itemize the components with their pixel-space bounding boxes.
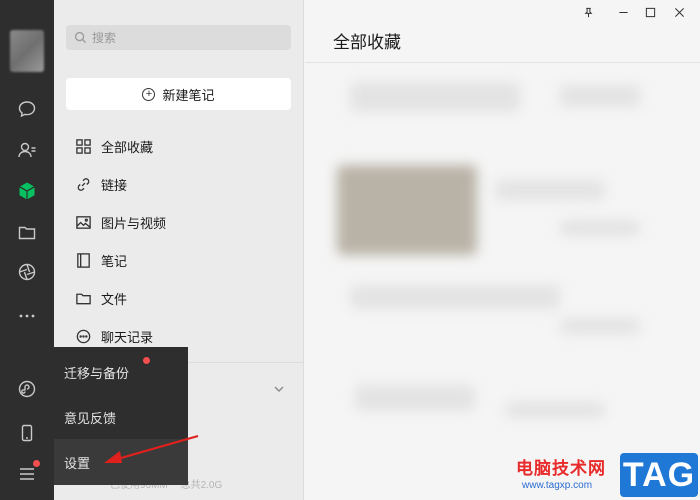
blurred-item[interactable] — [355, 385, 475, 411]
maximize-icon[interactable] — [640, 3, 660, 21]
title-divider — [305, 62, 700, 63]
phone-icon[interactable] — [15, 421, 39, 445]
minimize-icon[interactable] — [613, 3, 633, 21]
category-images-videos[interactable]: 图片与视频 — [74, 209, 166, 235]
category-notes[interactable]: 笔记 — [74, 247, 127, 273]
menu-item-migrate-backup[interactable]: 迁移与备份 — [54, 349, 188, 395]
blurred-thumbnail[interactable] — [337, 165, 477, 255]
search-icon — [74, 31, 87, 44]
category-all-favorites[interactable]: 全部收藏 — [74, 133, 153, 159]
chat-nav-icon[interactable] — [15, 97, 39, 121]
chat-icon — [74, 327, 92, 345]
pin-icon[interactable] — [578, 3, 598, 21]
link-icon — [74, 175, 92, 193]
category-links[interactable]: 链接 — [74, 171, 127, 197]
watermark-site-name: 电脑技术网 — [516, 459, 606, 478]
category-files[interactable]: 文件 — [74, 285, 127, 311]
blurred-item[interactable] — [560, 318, 640, 334]
notebook-icon — [74, 251, 92, 269]
more-dots-icon[interactable] — [15, 304, 39, 328]
image-icon — [74, 213, 92, 231]
mini-program-icon[interactable] — [15, 377, 39, 401]
avatar[interactable] — [10, 30, 44, 72]
blurred-item[interactable] — [495, 180, 605, 200]
close-icon[interactable] — [669, 3, 689, 21]
blurred-item[interactable] — [350, 82, 520, 112]
page-title: 全部收藏 — [333, 33, 401, 52]
watermark: 电脑技术网 www.tagxp.com TAG — [508, 452, 700, 500]
folder-nav-icon[interactable] — [15, 220, 39, 244]
favorites-content: 全部收藏 — [305, 0, 700, 500]
favorites-cube-icon[interactable] — [15, 179, 39, 203]
blurred-item[interactable] — [350, 285, 560, 309]
search-placeholder: 搜索 — [92, 31, 117, 45]
new-note-label: 新建笔记 — [162, 87, 215, 103]
contacts-nav-icon[interactable] — [15, 138, 39, 162]
grid-icon — [74, 137, 92, 155]
plus-circle-icon: + — [142, 87, 156, 101]
chevron-down-icon[interactable] — [272, 382, 286, 396]
blurred-item[interactable] — [560, 85, 640, 107]
watermark-url: www.tagxp.com — [522, 480, 593, 491]
watermark-tag: TAG — [620, 453, 698, 497]
nav-rail — [0, 0, 54, 500]
moments-aperture-icon[interactable] — [15, 260, 39, 284]
blurred-item[interactable] — [505, 402, 605, 418]
category-chat-history[interactable]: 聊天记录 — [74, 323, 153, 349]
menu-badge-dot — [33, 460, 40, 467]
search-input[interactable]: 搜索 — [66, 25, 291, 50]
migrate-badge-dot — [143, 357, 150, 364]
annotation-arrow — [104, 434, 199, 463]
new-note-button[interactable]: + 新建笔记 — [66, 78, 291, 110]
blurred-item[interactable] — [560, 220, 640, 236]
folder-icon — [74, 289, 92, 307]
